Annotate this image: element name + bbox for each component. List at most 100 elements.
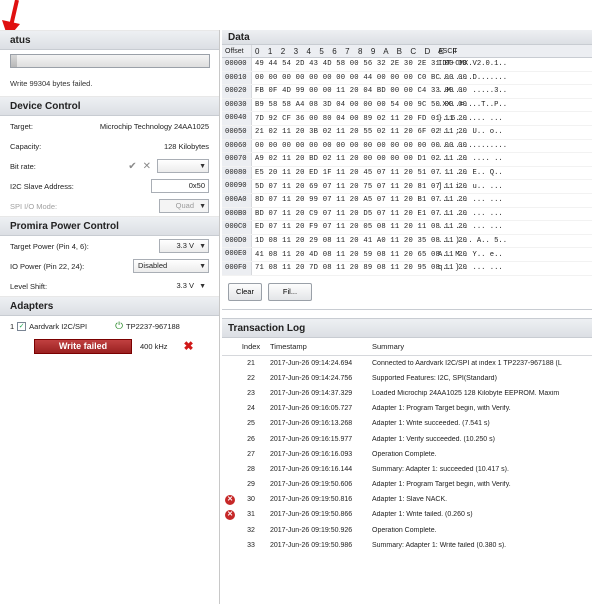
- adapter-row: 1 ✓ Aardvark I2C/SPI ⏻ TP2237-967188: [0, 316, 219, 336]
- log-timestamp: 2017-Jun-26 09:19:50.926: [270, 526, 353, 534]
- log-index: 32: [247, 526, 255, 534]
- hex-ascii[interactable]: q.. }.. ... ...: [434, 264, 507, 272]
- hex-row[interactable]: 00050 21 02 11 20 3B 02 11 20 55 02 11 20…: [222, 125, 592, 140]
- hex-bytes[interactable]: FB 0F 4D 99 00 00 11 20 04 BD 00 00 C4 3…: [252, 87, 467, 95]
- log-timestamp: 2017-Jun-26 09:16:13.268: [270, 420, 353, 428]
- hex-ascii[interactable]: ... ... ... ...: [434, 223, 507, 231]
- hex-ascii[interactable]: . . ... E.. Q..: [434, 169, 507, 177]
- hex-ascii[interactable]: !.. ;.. U.. o..: [434, 128, 507, 136]
- hex-ascii[interactable]: .XX..=....T..P..: [434, 101, 507, 109]
- hex-bytes[interactable]: 1D 08 11 20 29 08 11 20 41 A0 11 20 35 0…: [252, 237, 467, 245]
- io-power-row: IO Power (Pin 22, 24): Disabled ▼: [0, 256, 219, 276]
- target-power-select[interactable]: 3.3 V ▼: [159, 239, 209, 253]
- log-row[interactable]: 21 2017-Jun-26 09:14:24.694 Connected to A…: [222, 356, 592, 371]
- index-column-header[interactable]: Index: [238, 342, 264, 351]
- log-row[interactable]: 25 2017-Jun-26 09:16:13.268 Adapter 1: Wri…: [222, 416, 592, 431]
- log-rows: 21 2017-Jun-26 09:14:24.694 Connected to A…: [222, 356, 592, 553]
- hex-ascii[interactable]: ... )... A.. 5..: [434, 237, 511, 245]
- hex-ascii[interactable]: ................: [434, 142, 507, 150]
- hex-bytes[interactable]: 71 08 11 20 7D 08 11 20 89 08 11 20 95 0…: [252, 264, 467, 272]
- hex-bytes[interactable]: 00 00 00 00 00 00 00 00 44 00 00 00 C0 B…: [252, 74, 467, 82]
- hex-bytes[interactable]: ED 07 11 20 F9 07 11 20 05 08 11 20 11 0…: [252, 223, 467, 231]
- hex-offset: 00050: [222, 125, 252, 139]
- fill-button[interactable]: Fil...: [268, 283, 312, 301]
- hex-row[interactable]: 00060 00 00 00 00 00 00 00 00 00 00 00 00…: [222, 139, 592, 154]
- log-index: 22: [247, 374, 255, 382]
- log-row[interactable]: ✕ 30 2017-Jun-26 09:19:50.816 Adapter 1: Sl…: [222, 492, 592, 507]
- log-row[interactable]: 33 2017-Jun-26 09:19:50.986 Summary: Adapt…: [222, 538, 592, 553]
- log-summary: Connected to Aardvark I2C/SPI at index 1…: [372, 359, 562, 367]
- hex-row[interactable]: 000A0 8D 07 11 20 99 07 11 20 A5 07 11 20…: [222, 193, 592, 208]
- hex-bytes[interactable]: B9 58 58 A4 08 3D 04 00 00 00 54 00 9C 5…: [252, 101, 467, 109]
- timestamp-column-header[interactable]: Timestamp: [264, 342, 368, 351]
- log-row[interactable]: 27 2017-Jun-26 09:16:16.093 Operation Comp…: [222, 447, 592, 462]
- hex-ascii[interactable]: ... ... ... ...: [434, 210, 507, 218]
- adapters-header: Adapters: [0, 296, 219, 316]
- hex-bytes[interactable]: A9 02 11 20 BD 02 11 20 00 00 00 00 D1 0…: [252, 155, 467, 163]
- hex-bytes[interactable]: 49 44 54 2D 43 4D 58 00 56 32 2E 30 2E 3…: [252, 60, 467, 68]
- log-summary: Adapter 1: Write succeeded. (7.541 s): [372, 420, 490, 428]
- log-row[interactable]: 26 2017-Jun-26 09:16:15.977 Adapter 1: Ver…: [222, 431, 592, 446]
- write-failed-badge: Write failed: [34, 338, 132, 354]
- hex-ascii[interactable]: }..6....... ...: [434, 115, 507, 123]
- clear-button[interactable]: Clear: [228, 283, 262, 301]
- hex-bytes[interactable]: E5 20 11 20 ED 1F 11 20 45 07 11 20 51 0…: [252, 169, 467, 177]
- status-message: Write 99304 bytes failed.: [10, 79, 93, 88]
- log-row[interactable]: 23 2017-Jun-26 09:14:37.329 Loaded Microch…: [222, 386, 592, 401]
- hex-row[interactable]: 000B0 BD 07 11 20 C9 07 11 20 D5 07 11 20…: [222, 207, 592, 222]
- hex-offset: 000F0: [222, 261, 252, 275]
- log-row[interactable]: 29 2017-Jun-26 09:19:50.606 Adapter 1: Pro…: [222, 477, 592, 492]
- hex-ascii[interactable]: A.. M.. Y.. e..: [434, 251, 507, 259]
- log-row[interactable]: 32 2017-Jun-26 09:19:50.926 Operation Comp…: [222, 523, 592, 538]
- log-row[interactable]: 22 2017-Jun-26 09:14:24.756 Supported Feat…: [222, 371, 592, 386]
- hex-ascii[interactable]: ..M... .....3..: [434, 87, 507, 95]
- log-row[interactable]: ✕ 31 2017-Jun-26 09:19:50.866 Adapter 1: Wr…: [222, 507, 592, 522]
- hex-row[interactable]: 000D0 1D 08 11 20 29 08 11 20 41 A0 11 20…: [222, 234, 592, 249]
- hex-bytes[interactable]: 00 00 00 00 00 00 00 00 00 00 00 00 00 0…: [252, 142, 467, 150]
- hex-offset: 000B0: [222, 207, 252, 221]
- hex-ascii[interactable]: IDT-CMX.V2.0.1..: [434, 60, 507, 68]
- level-shift-row: Level Shift: 3.3 V ▼: [0, 276, 219, 296]
- power-icon[interactable]: ⏻: [115, 321, 123, 332]
- hex-row[interactable]: 00090 5D 07 11 20 69 07 11 20 75 07 11 20…: [222, 180, 592, 194]
- hex-ascii[interactable]: ........D.......: [434, 74, 507, 82]
- power-control-header: Promira Power Control: [0, 216, 219, 236]
- apply-check-icon[interactable]: ✔: [128, 161, 136, 172]
- hex-row[interactable]: 000C0 ED 07 11 20 F9 07 11 20 05 08 11 20…: [222, 221, 592, 235]
- hex-row[interactable]: 00030 B9 58 58 A4 08 3D 04 00 00 00 54 00…: [222, 98, 592, 113]
- hex-bytes[interactable]: 41 08 11 20 4D 08 11 20 59 08 11 20 65 0…: [252, 251, 467, 259]
- hex-offset: 00090: [222, 180, 252, 193]
- hex-table[interactable]: Offset 0 1 2 3 4 5 6 7 8 9 A B C D E F A…: [222, 45, 592, 276]
- level-shift-select[interactable]: 3.3 V ▼: [165, 279, 209, 293]
- hex-bytes[interactable]: 7D 92 CF 36 00 80 04 00 89 02 11 20 FD 0…: [252, 115, 467, 123]
- hex-row[interactable]: 000E0 41 08 11 20 4D 08 11 20 59 08 11 20…: [222, 248, 592, 262]
- log-summary: Operation Complete.: [372, 526, 437, 534]
- summary-column-header[interactable]: Summary: [368, 342, 592, 351]
- io-power-select[interactable]: Disabled ▼: [133, 259, 209, 273]
- hex-row[interactable]: 000F0 71 08 11 20 7D 08 11 20 89 08 11 20…: [222, 261, 592, 276]
- hex-bytes[interactable]: BD 07 11 20 C9 07 11 20 D5 07 11 20 E1 0…: [252, 210, 467, 218]
- hex-row[interactable]: 00080 E5 20 11 20 ED 1F 11 20 45 07 11 20…: [222, 166, 592, 181]
- log-timestamp: 2017-Jun-26 09:19:50.986: [270, 541, 353, 549]
- hex-row[interactable]: 00020 FB 0F 4D 99 00 00 11 20 04 BD 00 00…: [222, 85, 592, 99]
- log-row[interactable]: 28 2017-Jun-26 09:16:16.144 Summary: Adapt…: [222, 462, 592, 477]
- hex-bytes[interactable]: 8D 07 11 20 99 07 11 20 A5 07 11 20 B1 0…: [252, 196, 467, 204]
- hex-row[interactable]: 00000 49 44 54 2D 43 4D 58 00 56 32 2E 30…: [222, 58, 592, 72]
- hex-ascii[interactable]: ... ... ... ...: [434, 196, 507, 204]
- cancel-x-icon[interactable]: ✕: [143, 161, 151, 172]
- ascii-column-header: ASCII: [438, 47, 457, 55]
- hex-row[interactable]: 00010 00 00 00 00 00 00 00 00 44 00 00 00…: [222, 71, 592, 86]
- hex-offset: 00030: [222, 98, 252, 112]
- hex-ascii[interactable]: ... ... .... ..: [434, 155, 507, 163]
- slave-address-input[interactable]: 0x50: [151, 179, 209, 193]
- hex-ascii[interactable]: ].. i.. u.. ...: [434, 183, 507, 191]
- hex-row[interactable]: 00070 A9 02 11 20 BD 02 11 20 00 00 00 00…: [222, 153, 592, 167]
- hex-bytes[interactable]: 21 02 11 20 3B 02 11 20 55 02 11 20 6F 0…: [252, 128, 467, 136]
- hex-row[interactable]: 00040 7D 92 CF 36 00 80 04 00 89 02 11 20…: [222, 112, 592, 126]
- adapter-checkbox[interactable]: ✓: [17, 321, 27, 331]
- bitrate-select[interactable]: ▼: [157, 159, 209, 173]
- capacity-label: Capacity:: [10, 141, 42, 151]
- hex-bytes[interactable]: 5D 07 11 20 69 07 11 20 75 07 11 20 81 0…: [252, 183, 467, 191]
- progress-area: [0, 50, 219, 76]
- log-row[interactable]: 24 2017-Jun-26 09:16:05.727 Adapter 1: Pro…: [222, 401, 592, 416]
